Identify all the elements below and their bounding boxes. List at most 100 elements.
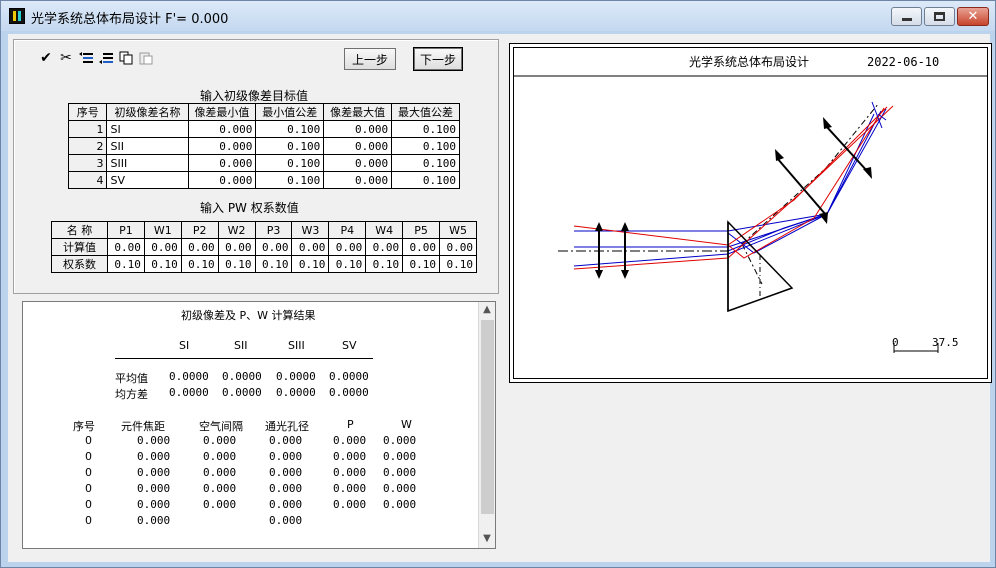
min-value-cell[interactable]: 0.000 <box>187 137 257 155</box>
scroll-down-icon[interactable]: ▼ <box>479 531 495 547</box>
column-header: 最大值公差 <box>391 103 460 121</box>
optical-axis <box>741 167 827 245</box>
column-header: SII <box>234 339 248 352</box>
column-header: W2 <box>217 221 256 239</box>
column-header: 像差最大值 <box>323 103 393 121</box>
weight-cell[interactable]: 0.10 <box>291 255 330 273</box>
aberration-name-cell[interactable]: SII <box>106 137 189 155</box>
element-value: 0.000 <box>333 482 367 495</box>
aberration-targets-table[interactable]: 序号 初级像差名称 像差最小值 最小值公差 像差最大值 最大值公差 1 SI 0… <box>67 103 460 189</box>
min-tolerance-cell[interactable]: 0.100 <box>255 137 325 155</box>
min-value-cell[interactable]: 0.000 <box>187 171 257 189</box>
table-row[interactable]: 权系数 0.10 0.10 0.10 0.10 0.10 0.10 0.10 0… <box>51 255 477 273</box>
weight-cell[interactable]: 0.10 <box>328 255 367 273</box>
insert-row-icon[interactable] <box>76 48 96 68</box>
column-header: SV <box>342 339 357 352</box>
row-number: 4 <box>67 171 108 189</box>
computed-cell: 0.00 <box>180 238 219 256</box>
close-icon: ✕ <box>967 9 979 24</box>
mean-value: 0.0000 <box>222 370 262 383</box>
weight-cell[interactable]: 0.10 <box>107 255 145 273</box>
element-value: 0.000 <box>333 466 367 479</box>
column-header: 通光孔径 <box>265 420 309 433</box>
maximize-button[interactable] <box>924 7 955 26</box>
pw-weights-table[interactable]: 名 称 P1 W1 P2 W2 P3 W3 P4 W4 P5 W5 计算值 0.… <box>51 221 477 273</box>
element-value: 0.000 <box>269 450 303 463</box>
mean-value: 0.0000 <box>169 370 209 383</box>
min-value-cell[interactable]: 0.000 <box>187 154 257 172</box>
element-value: 0.000 <box>269 514 303 527</box>
msd-value: 0.0000 <box>222 386 262 399</box>
cut-icon[interactable]: ✂ <box>56 48 76 68</box>
column-header: 元件焦距 <box>121 420 165 433</box>
weight-cell[interactable]: 0.10 <box>365 255 404 273</box>
weight-cell[interactable]: 0.10 <box>439 255 477 273</box>
title-bar[interactable]: 光学系统总体布局设计 F'= 0.000 ✕ <box>1 1 995 31</box>
scroll-thumb[interactable] <box>481 320 494 514</box>
client-area: ✔ ✂ 上一步 下一步 输入初级像差目标值 序号 初级像差名称 像差最小值 最小… <box>8 34 992 562</box>
column-header: W5 <box>439 221 477 239</box>
weight-cell[interactable]: 0.10 <box>143 255 182 273</box>
min-tolerance-cell[interactable]: 0.100 <box>255 154 325 172</box>
max-tolerance-cell[interactable]: 0.100 <box>391 120 460 138</box>
max-value-cell[interactable]: 0.000 <box>323 137 393 155</box>
element-index: 0 <box>85 498 92 511</box>
max-value-cell[interactable]: 0.000 <box>323 120 393 138</box>
column-header: P3 <box>254 221 293 239</box>
append-row-icon[interactable] <box>96 48 116 68</box>
row-number: 1 <box>67 120 108 138</box>
weight-cell[interactable]: 0.10 <box>254 255 293 273</box>
optical-layout-canvas: 光学系统总体布局设计 2022-06-10 0 37.5 <box>514 54 987 353</box>
table-row[interactable]: 1 SI 0.000 0.100 0.000 0.100 <box>67 120 460 138</box>
vertical-scrollbar[interactable]: ▲ ▼ <box>478 302 495 548</box>
weight-cell[interactable]: 0.10 <box>217 255 256 273</box>
aberration-name-cell[interactable]: SV <box>106 171 189 189</box>
column-header: SIII <box>288 339 305 352</box>
element-value: 0.000 <box>383 466 417 479</box>
aberration-name-cell[interactable]: SI <box>106 120 189 138</box>
max-tolerance-cell[interactable]: 0.100 <box>391 154 460 172</box>
ray-blue <box>574 110 882 232</box>
max-tolerance-cell[interactable]: 0.100 <box>391 171 460 189</box>
divider <box>115 358 373 359</box>
scroll-up-icon[interactable]: ▲ <box>479 302 495 318</box>
element-value: 0.000 <box>333 434 367 447</box>
weight-cell[interactable]: 0.10 <box>180 255 219 273</box>
copy-icon[interactable] <box>116 48 136 68</box>
msd-value: 0.0000 <box>169 386 209 399</box>
lens-3 <box>775 149 828 224</box>
mean-label: 平均值 <box>115 372 148 385</box>
element-value: 0.000 <box>383 434 417 447</box>
element-value: 0.000 <box>137 434 171 447</box>
column-header: W <box>401 418 412 431</box>
results-textbox[interactable]: 初级像差及 P、W 计算结果 SI SII SIII SV 平均值 0.0000… <box>22 301 496 549</box>
element-value: 0.000 <box>269 498 303 511</box>
next-step-button[interactable]: 下一步 <box>413 47 463 71</box>
max-tolerance-cell[interactable]: 0.100 <box>391 137 460 155</box>
table-row[interactable]: 3 SIII 0.000 0.100 0.000 0.100 <box>67 154 460 172</box>
column-header: P2 <box>180 221 219 239</box>
element-value: 0.000 <box>203 498 237 511</box>
element-value: 0.000 <box>269 434 303 447</box>
minimize-button[interactable] <box>891 7 922 26</box>
min-tolerance-cell[interactable]: 0.100 <box>255 120 325 138</box>
min-tolerance-cell[interactable]: 0.100 <box>255 171 325 189</box>
table-row[interactable]: 4 SV 0.000 0.100 0.000 0.100 <box>67 171 460 189</box>
column-header: W4 <box>365 221 404 239</box>
max-value-cell[interactable]: 0.000 <box>323 171 393 189</box>
table-row[interactable]: 2 SII 0.000 0.100 0.000 0.100 <box>67 137 460 155</box>
weight-cell[interactable]: 0.10 <box>402 255 441 273</box>
close-button[interactable]: ✕ <box>957 7 989 26</box>
column-header: P1 <box>107 221 145 239</box>
column-header: 名 称 <box>51 221 108 239</box>
column-header: 像差最小值 <box>187 103 257 121</box>
app-icon <box>9 8 25 24</box>
ray-blue <box>573 113 875 267</box>
max-value-cell[interactable]: 0.000 <box>323 154 393 172</box>
prev-step-button[interactable]: 上一步 <box>344 48 396 70</box>
element-value: 0.000 <box>137 466 171 479</box>
min-value-cell[interactable]: 0.000 <box>187 120 257 138</box>
aberration-name-cell[interactable]: SIII <box>106 154 189 172</box>
check-icon[interactable]: ✔ <box>36 48 56 68</box>
mean-value: 0.0000 <box>276 370 316 383</box>
